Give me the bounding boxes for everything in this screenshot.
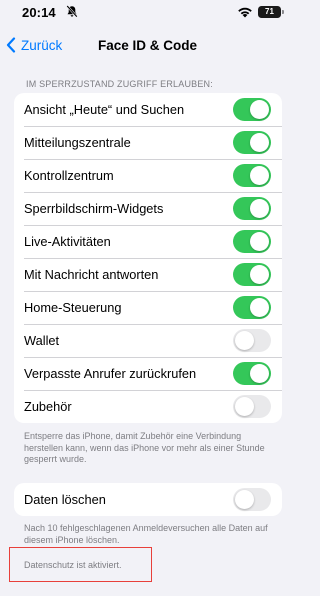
access-row: Sperrbildschirm-Widgets bbox=[14, 192, 282, 225]
erase-data-label: Daten löschen bbox=[24, 492, 106, 507]
access-row-label: Kontrollzentrum bbox=[24, 168, 114, 183]
privacy-highlight-box: Datenschutz ist aktiviert. bbox=[9, 547, 152, 582]
access-toggle[interactable] bbox=[233, 329, 271, 352]
toggle-knob bbox=[250, 199, 269, 218]
page-title: Face ID & Code bbox=[97, 38, 198, 53]
toggle-knob bbox=[250, 265, 269, 284]
access-row: Verpasste Anrufer zurückrufen bbox=[14, 357, 282, 390]
toggle-knob bbox=[250, 166, 269, 185]
lock-screen-access-list: Ansicht „Heute“ und Suchen Mitteilungszen… bbox=[14, 93, 282, 423]
bell-slash-icon bbox=[66, 5, 78, 18]
access-row: Wallet bbox=[14, 324, 282, 357]
access-row-label: Sperrbildschirm-Widgets bbox=[24, 201, 164, 216]
status-time: 20:14 bbox=[22, 5, 56, 20]
access-row: Home-Steuerung bbox=[14, 291, 282, 324]
access-row: Ansicht „Heute“ und Suchen bbox=[14, 93, 282, 126]
toggle-knob bbox=[250, 364, 269, 383]
access-row-label: Wallet bbox=[24, 333, 60, 348]
access-row: Mit Nachricht antworten bbox=[14, 258, 282, 291]
access-row: Live-Aktivitäten bbox=[14, 225, 282, 258]
access-toggle[interactable] bbox=[233, 164, 271, 187]
access-toggle[interactable] bbox=[233, 131, 271, 154]
access-toggle[interactable] bbox=[233, 98, 271, 121]
access-row-label: Home-Steuerung bbox=[24, 300, 122, 315]
access-toggle[interactable] bbox=[233, 362, 271, 385]
access-row-label: Live-Aktivitäten bbox=[24, 234, 111, 249]
erase-data-footer-text: Nach 10 fehlgeschlagenen Anmeldeversuche… bbox=[24, 523, 268, 545]
access-row-label: Ansicht „Heute“ und Suchen bbox=[24, 102, 185, 117]
status-bar: 20:14 71 bbox=[0, 0, 295, 24]
toggle-knob bbox=[250, 133, 269, 152]
access-toggle[interactable] bbox=[233, 395, 271, 418]
access-toggle[interactable] bbox=[233, 230, 271, 253]
toggle-knob bbox=[235, 490, 254, 509]
wifi-icon bbox=[238, 7, 252, 18]
access-row-label: Mit Nachricht antworten bbox=[24, 267, 159, 282]
access-row-label: Verpasste Anrufer zurückrufen bbox=[24, 366, 197, 381]
toggle-knob bbox=[235, 397, 254, 416]
battery-icon: 71 bbox=[258, 6, 284, 18]
toggle-knob bbox=[250, 298, 269, 317]
erase-data-group: Daten löschen bbox=[14, 483, 282, 516]
accessory-footer-text: Entsperre das iPhone, damit Zubehör eine… bbox=[24, 431, 265, 464]
access-row: Mitteilungszentrale bbox=[14, 126, 282, 159]
toggle-knob bbox=[250, 232, 269, 251]
navigation-bar: Zurück Face ID & Code bbox=[0, 28, 295, 64]
toggle-knob bbox=[235, 331, 254, 350]
erase-data-row: Daten löschen bbox=[14, 483, 282, 516]
access-row: Zubehör bbox=[14, 390, 282, 423]
access-row-label: Zubehör bbox=[24, 399, 72, 414]
section-header: IM SPERRZUSTAND ZUGRIFF ERLAUBEN: bbox=[26, 79, 213, 89]
access-row-label: Mitteilungszentrale bbox=[24, 135, 131, 150]
access-row: Kontrollzentrum bbox=[14, 159, 282, 192]
access-toggle[interactable] bbox=[233, 296, 271, 319]
access-toggle[interactable] bbox=[233, 263, 271, 286]
erase-data-toggle[interactable] bbox=[233, 488, 271, 511]
privacy-status-text: Datenschutz ist aktiviert. bbox=[24, 560, 122, 570]
access-toggle[interactable] bbox=[233, 197, 271, 220]
toggle-knob bbox=[250, 100, 269, 119]
